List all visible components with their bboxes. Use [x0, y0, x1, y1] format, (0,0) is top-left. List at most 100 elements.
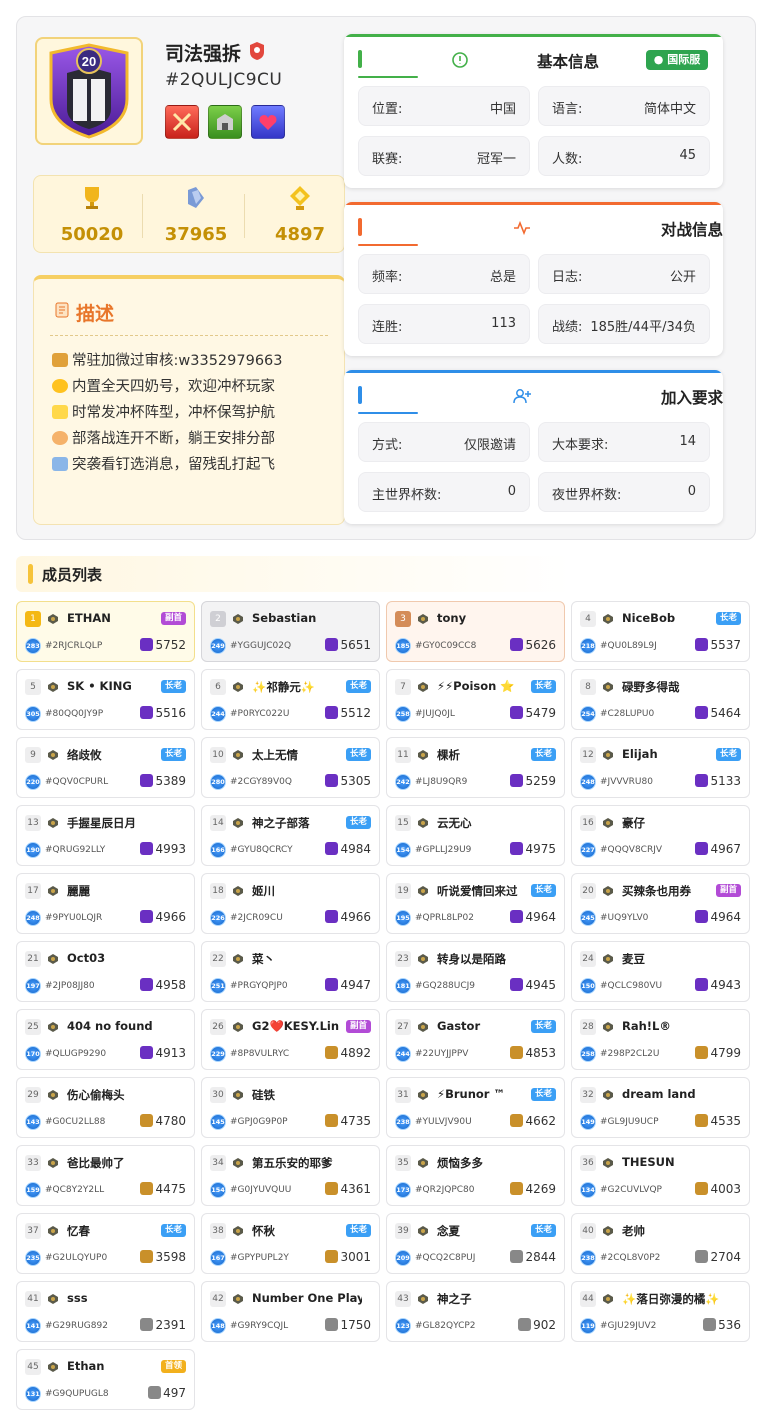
member-role-badge: 副首 — [160, 612, 186, 625]
member-card[interactable]: 14 神之子部落 长老 166 #GYU8QCRCY 4984 — [201, 805, 380, 866]
trophy-league-icon — [695, 1114, 709, 1127]
member-card[interactable]: 2 Sebastian 249 #YGGUJC02Q 5651 — [201, 601, 380, 662]
member-rank: 4 — [580, 611, 596, 627]
builder-trophies-value: 37965 — [164, 224, 228, 245]
member-card[interactable]: 35 烦恼多多 173 #QR2JQPC80 4269 — [386, 1145, 565, 1206]
member-rank: 7 — [395, 679, 411, 695]
war-log-field: 日志: 公开 — [538, 254, 710, 294]
member-card[interactable]: 33 爸比最帅了 159 #QC8Y2Y2LL 4475 — [16, 1145, 195, 1206]
server-tag: ● 国际服 — [646, 50, 708, 70]
trophy-league-icon — [140, 774, 154, 787]
member-name: dream land — [622, 1087, 696, 1101]
member-rank: 19 — [395, 883, 411, 899]
member-card[interactable]: 29 伤心偷梅头 143 #G0CU2LL88 4780 — [16, 1077, 195, 1138]
member-card[interactable]: 28 Rah!L® 258 #298P2CL2U 4799 — [571, 1009, 750, 1070]
member-card[interactable]: 18 姬川 226 #2JCR09CU 4966 — [201, 873, 380, 934]
member-level: 154 — [210, 1182, 226, 1198]
member-name: 第五乐安的耶爹 — [252, 1156, 333, 1170]
member-rank: 20 — [580, 883, 596, 899]
member-card[interactable]: 16 豪仔 227 #QQQV8CRJV 4967 — [571, 805, 750, 866]
member-card[interactable]: 21 Oct03 197 #2JP08JJ80 4958 — [16, 941, 195, 1002]
member-card[interactable]: 32 dream land 149 #GL9JU9UCP 4535 — [571, 1077, 750, 1138]
member-trophies: 4269 — [510, 1182, 556, 1196]
member-level: 244 — [395, 1046, 411, 1062]
member-rank: 42 — [210, 1291, 226, 1307]
member-card[interactable]: 34 第五乐安的耶爹 154 #G0JYUVQUU 4361 — [201, 1145, 380, 1206]
description-line-2: 内置全天四奶号，欢迎冲杯玩家 — [52, 375, 275, 396]
member-rank: 29 — [25, 1087, 41, 1103]
league-icon — [48, 1362, 58, 1372]
member-name: 麗麗 — [67, 884, 90, 898]
member-card[interactable]: 43 神之子 123 #GL82QYCP2 902 — [386, 1281, 565, 1342]
builder-trophy-icon — [188, 187, 204, 208]
league-icon — [418, 1158, 428, 1168]
member-card[interactable]: 4 NiceBob 长老 218 #QU0L89L9J 5537 — [571, 601, 750, 662]
league-icon — [233, 1022, 243, 1032]
member-card[interactable]: 31 ⚡Brunor ™ 长老 238 #YULVJV90U 4662 — [386, 1077, 565, 1138]
member-level: 143 — [25, 1114, 41, 1130]
trophy-league-icon — [695, 978, 709, 991]
member-card[interactable]: 44 ✨落日弥漫的橘✨ 119 #GJU29JUV2 536 — [571, 1281, 750, 1342]
member-card[interactable]: 39 念夏 长老 209 #QCQ2C8PUJ 2844 — [386, 1213, 565, 1274]
member-card[interactable]: 8 碌野多得哉 254 #C28LUPU0 5464 — [571, 669, 750, 730]
trophy-league-icon — [325, 1046, 339, 1059]
member-card[interactable]: 26 G2❤️KESY.Lin 副首 229 #8P8VULRYC 4892 — [201, 1009, 380, 1070]
member-card[interactable]: 12 Elijah 长老 248 #JVVVRU80 5133 — [571, 737, 750, 798]
member-card[interactable]: 20 买辣条也用券 副首 245 #UQ9YLV0 4964 — [571, 873, 750, 934]
league-icon — [233, 1158, 243, 1168]
member-card[interactable]: 9 络歧攸 长老 220 #QQV0CPURL 5389 — [16, 737, 195, 798]
member-card[interactable]: 1 ETHAN 副首 283 #2RJCRLQLP 5752 — [16, 601, 195, 662]
member-tag: #UQ9YLV0 — [600, 913, 649, 923]
member-card[interactable]: 41 sss 141 #G29RUG892 2391 — [16, 1281, 195, 1342]
stat-trophies: 50020 — [40, 176, 144, 254]
trophy-league-icon — [140, 1182, 154, 1195]
join-type-field: 方式: 仅限邀请 — [358, 422, 530, 462]
member-card[interactable]: 45 Ethan 首领 131 #G9QUPUGL8 497 — [16, 1349, 195, 1410]
member-tag: #2RJCRLQLP — [45, 641, 103, 651]
member-card[interactable]: 25 404 no found 170 #QLUGP9290 4913 — [16, 1009, 195, 1070]
description-line-3: 时常发冲杯阵型，冲杯保驾护航 — [52, 401, 275, 422]
member-rank: 22 — [210, 951, 226, 967]
member-card[interactable]: 42 Number One Play 148 #G9RY9CQJL 1750 — [201, 1281, 380, 1342]
member-card[interactable]: 22 菜丶 251 #PRGYQPJP0 4947 — [201, 941, 380, 1002]
member-card[interactable]: 3 tony 185 #GY0C09CC8 5626 — [386, 601, 565, 662]
member-role-badge: 首领 — [160, 1360, 186, 1373]
member-tag: #QPRL8LP02 — [415, 913, 474, 923]
member-card[interactable]: 23 转身以是陌路 181 #GQ288UCJ9 4945 — [386, 941, 565, 1002]
member-tag: #G9RY9CQJL — [230, 1321, 289, 1331]
member-card[interactable]: 30 硅铁 145 #GPJ0G9P0P 4735 — [201, 1077, 380, 1138]
member-card[interactable]: 7 ⚡⚡Poison ⭐ 长老 258 #JUJQ0JL 5479 — [386, 669, 565, 730]
member-card[interactable]: 24 麦豆 150 #QCLC980VU 4943 — [571, 941, 750, 1002]
member-rank: 36 — [580, 1155, 596, 1171]
member-card[interactable]: 37 忆春 长老 235 #G2ULQYUP0 3598 — [16, 1213, 195, 1274]
member-card[interactable]: 27 Gastor 长老 244 #22UYJJPPV 4853 — [386, 1009, 565, 1070]
member-card[interactable]: 5 SK • KING 长老 305 #80QQ0JY9P 5516 — [16, 669, 195, 730]
trophy-league-icon — [140, 706, 154, 719]
member-trophies: 4799 — [695, 1046, 741, 1060]
member-card[interactable]: 38 怀秋 长老 167 #GPYPUPL2Y 3001 — [201, 1213, 380, 1274]
member-card[interactable]: 10 太上无情 长老 280 #2CGY89V0Q 5305 — [201, 737, 380, 798]
member-level: 166 — [210, 842, 226, 858]
fist-icon — [52, 431, 68, 445]
member-level: 131 — [25, 1386, 41, 1402]
league-icon — [603, 1294, 613, 1304]
member-card[interactable]: 13 手握星辰日月 190 #QRUG92LLY 4993 — [16, 805, 195, 866]
trophy-league-icon — [140, 978, 154, 991]
member-level: 248 — [25, 910, 41, 926]
member-card[interactable]: 17 麗麗 248 #9PYU0LQJR 4966 — [16, 873, 195, 934]
member-card[interactable]: 6 ✨祁静元✨ 长老 244 #P0RYC022U 5512 — [201, 669, 380, 730]
member-level: 283 — [25, 638, 41, 654]
member-card[interactable]: 40 老帅 238 #2CQL8V0P2 2704 — [571, 1213, 750, 1274]
member-tag: #JUJQ0JL — [415, 709, 455, 719]
member-rank: 43 — [395, 1291, 411, 1307]
member-level: 280 — [210, 774, 226, 790]
member-card[interactable]: 15 云无心 154 #GPLLJ29U9 4975 — [386, 805, 565, 866]
member-card[interactable]: 19 听说爱情回来过 长老 195 #QPRL8LP02 4964 — [386, 873, 565, 934]
member-card[interactable]: 11 棵析 长老 242 #LJ8U9QR9 5259 — [386, 737, 565, 798]
war-record-field: 战绩: 185胜/44平/34负 — [538, 304, 710, 344]
member-name: 404 no found — [67, 1019, 153, 1033]
trophy-stats: 50020 37965 4897 — [33, 175, 345, 253]
member-card[interactable]: 36 THESUN 134 #G2CUVLVQP 4003 — [571, 1145, 750, 1206]
member-name: 麦豆 — [622, 952, 645, 966]
trophy-league-icon — [325, 638, 339, 651]
